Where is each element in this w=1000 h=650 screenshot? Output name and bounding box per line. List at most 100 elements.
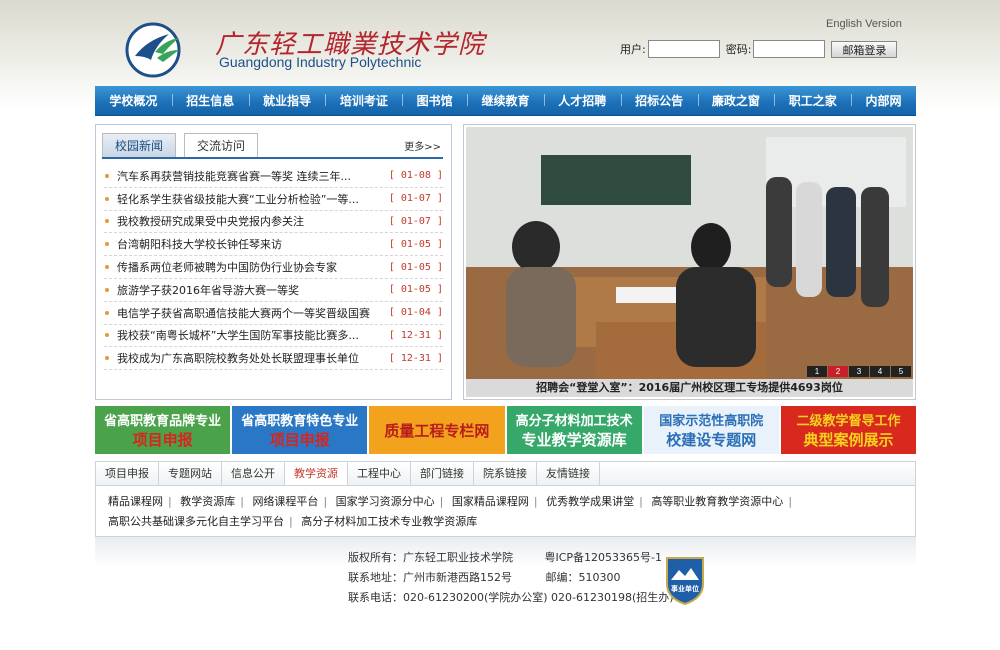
link-polymer-resource-library[interactable]: 高分子材料加工技术专业教学资源库 [301, 515, 477, 528]
news-title[interactable]: 我校获“南粤长城杯”大学生国防军事技能比赛多... [117, 327, 383, 343]
nav-item-continuing-education[interactable]: 继续教育 [467, 92, 544, 109]
nav-item-training[interactable]: 培训考证 [325, 92, 402, 109]
footer-line-3: 联系电话：020-61230200(学院办公室) 020-61230198(招生… [348, 589, 674, 605]
nav-item-employment[interactable]: 就业指导 [248, 92, 326, 109]
nav-item-school-overview[interactable]: 学校概况 [95, 92, 172, 109]
slide-page-2[interactable]: 2 [828, 366, 848, 377]
news-date: [ 01-05 ] [388, 238, 443, 250]
list-item[interactable]: 旅游学子获2016年省导游大赛一等奖 [ 01-05 ] [104, 279, 443, 302]
link-national-learning-center[interactable]: 国家学习资源分中心 [336, 495, 435, 508]
banner-demonstration-college[interactable]: 国家示范性高职院 校建设专题网 [643, 406, 779, 454]
address-text: 联系地址：广州市新港西路152号 [348, 571, 512, 584]
english-version-link[interactable]: English Version [826, 18, 902, 30]
password-label: 密码: [725, 43, 752, 56]
banner-featured-major[interactable]: 省高职教育特色专业 项目申报 [232, 406, 368, 454]
news-title[interactable]: 汽车系再获营销技能竞赛省赛一等奖 连续三年... [117, 168, 383, 184]
link-teaching-resource-library[interactable]: 教学资源库 [180, 495, 235, 508]
list-item[interactable]: 台湾朝阳科技大学校长钟任琴来访 [ 01-05 ] [104, 233, 443, 257]
nav-item-library[interactable]: 图书馆 [402, 92, 467, 109]
news-date: [ 01-08 ] [388, 170, 443, 182]
link-national-quality-courses[interactable]: 国家精品课程网 [452, 495, 529, 508]
slide-page-4[interactable]: 4 [870, 366, 890, 377]
icp-link[interactable]: 粤ICP备12053365号-1 [545, 551, 663, 564]
login-form: 用户: 密码: 邮箱登录 [620, 40, 898, 58]
banner-teaching-supervision[interactable]: 二级教学督导工作 典型案例展示 [780, 406, 917, 454]
banner-bottom-text: 项目申报 [269, 431, 330, 449]
nav-item-integrity[interactable]: 廉政之窗 [697, 92, 775, 109]
news-date: [ 01-05 ] [388, 261, 443, 273]
tab-engineering-center[interactable]: 工程中心 [348, 462, 411, 485]
tab-information-disclosure[interactable]: 信息公开 [222, 462, 285, 485]
nav-item-staff-home[interactable]: 职工之家 [774, 92, 851, 109]
list-item[interactable]: 我校获“南粤长城杯”大学生国防军事技能比赛多... [ 12-31 ] [104, 325, 443, 348]
news-date: [ 01-07 ] [388, 215, 443, 227]
link-quality-courses[interactable]: 精品课程网 [108, 495, 163, 508]
list-item[interactable]: 电信学子获省高职通信技能大赛两个一等奖晋级国赛 [ 01-04 ] [104, 302, 443, 325]
bullet-icon [105, 333, 109, 338]
news-date: [ 01-04 ] [388, 307, 443, 319]
link-teaching-achievement-lecture[interactable]: 优秀教学成果讲堂 [546, 495, 634, 508]
news-title[interactable]: 旅游学子获2016年省导游大赛一等奖 [117, 282, 383, 298]
news-more-link[interactable]: 更多>> [404, 138, 441, 153]
tab-exchange-visits[interactable]: 交流访问 [184, 133, 259, 157]
banner-quality-project[interactable]: 质量工程专栏网 [369, 406, 505, 454]
slideshow-pager: 1 2 3 4 5 [806, 366, 911, 377]
school-logo[interactable]: 广东轻工職業技术学院 Guangdong Industry Polytechni… [125, 20, 484, 78]
slide-page-3[interactable]: 3 [849, 366, 869, 377]
slideshow-caption[interactable]: 招聘会“登堂入室”：2016届广州校区理工专场提供4693岗位 [466, 379, 913, 397]
link-public-course-platform[interactable]: 高职公共基础课多元化自主学习平台 [108, 515, 284, 528]
banner-bottom-text: 校建设专题网 [666, 431, 757, 449]
tab-department-links[interactable]: 部门链接 [411, 462, 474, 485]
news-title[interactable]: 我校教授研究成果受中央党报内参关注 [117, 213, 383, 229]
phone-text: 联系电话：020-61230200(学院办公室) 020-61230198(招生… [348, 591, 674, 604]
nav-item-intranet[interactable]: 内部网 [851, 92, 916, 109]
list-item[interactable]: 我校成为广东高职院校教务处处长联盟理事长单位 [ 12-31 ] [104, 347, 443, 371]
bullet-icon [105, 219, 109, 224]
banner-polymer-resource[interactable]: 高分子材料加工技术 专业教学资源库 [506, 406, 642, 454]
public-institution-badge[interactable]: 事业单位 [663, 554, 707, 606]
news-title[interactable]: 台湾朝阳科技大学校长钟任琴来访 [117, 236, 383, 252]
username-label: 用户: [620, 43, 646, 56]
classroom-photo-icon [466, 127, 913, 379]
main-nav: 学校概况 招生信息 就业指导 培训考证 图书馆 继续教育 人才招聘 招标公告 廉… [95, 86, 916, 116]
news-title[interactable]: 轻化系学生获省级技能大赛“工业分析检验”一等... [117, 191, 383, 207]
link-vocational-resource-center[interactable]: 高等职业教育教学资源中心 [651, 495, 783, 508]
username-input[interactable] [647, 40, 720, 58]
slide-page-1[interactable]: 1 [807, 366, 827, 377]
tab-project-application[interactable]: 项目申报 [96, 462, 159, 485]
tab-special-sites[interactable]: 专题网站 [159, 462, 222, 485]
tab-campus-news[interactable]: 校园新闻 [102, 133, 177, 157]
banner-brand-major[interactable]: 省高职教育品牌专业 项目申报 [95, 406, 231, 454]
news-date: [ 12-31 ] [388, 352, 443, 364]
slide-page-5[interactable]: 5 [891, 366, 911, 377]
banner-bottom-text: 专业教学资源库 [521, 431, 627, 449]
nav-item-tenders[interactable]: 招标公告 [620, 92, 698, 109]
tab-faculty-links[interactable]: 院系链接 [474, 462, 537, 485]
news-title[interactable]: 电信学子获省高职通信技能大赛两个一等奖晋级国赛 [117, 305, 383, 321]
link-rows: 精品课程网 | 教学资源库 | 网络课程平台 | 国家学习资源分中心 | 国家精品课程网… [108, 495, 793, 528]
nav-item-admissions[interactable]: 招生信息 [171, 92, 249, 109]
bullet-icon [105, 287, 109, 292]
list-item[interactable]: 我校教授研究成果受中央党报内参关注 [ 01-07 ] [104, 211, 443, 234]
news-title[interactable]: 传播系两位老师被聘为中国防伪行业协会专家 [117, 259, 383, 275]
bullet-icon [105, 310, 109, 315]
news-title[interactable]: 我校成为广东高职院校教务处处长联盟理事长单位 [117, 350, 383, 366]
news-panel: 校园新闻 交流访问 更多>> 汽车系再获营销技能竞赛省赛一等奖 连续三年... [… [95, 124, 452, 400]
news-date: [ 12-31 ] [388, 329, 443, 341]
banner-top-text: 省高职教育特色专业 [241, 414, 359, 429]
nav-item-recruitment[interactable]: 人才招聘 [543, 92, 621, 109]
list-item[interactable]: 传播系两位老师被聘为中国防伪行业协会专家 [ 01-05 ] [104, 256, 443, 279]
postcode-text: 邮编：510300 [545, 571, 621, 584]
link-online-course-platform[interactable]: 网络课程平台 [252, 495, 318, 508]
password-input[interactable] [753, 40, 826, 58]
list-item[interactable]: 汽车系再获营销技能竞赛省赛一等奖 连续三年... [ 01-08 ] [104, 165, 443, 188]
mail-login-button[interactable]: 邮箱登录 [831, 40, 898, 58]
tab-teaching-resources[interactable]: 教学资源 [285, 462, 348, 485]
link-tabs: 项目申报 专题网站 信息公开 教学资源 工程中心 部门链接 院系链接 友情链接 [96, 462, 915, 486]
banner-top-text: 省高职教育品牌专业 [104, 414, 222, 429]
list-item[interactable]: 轻化系学生获省级技能大赛“工业分析检验”一等... [ 01-07 ] [104, 188, 443, 211]
tab-friendly-links[interactable]: 友情链接 [537, 462, 600, 485]
bullet-icon [105, 196, 109, 201]
footer-line-1: 版权所有：广东轻工职业技术学院 粤ICP备12053365号-1 [348, 549, 662, 565]
slideshow-photo[interactable] [466, 127, 913, 379]
